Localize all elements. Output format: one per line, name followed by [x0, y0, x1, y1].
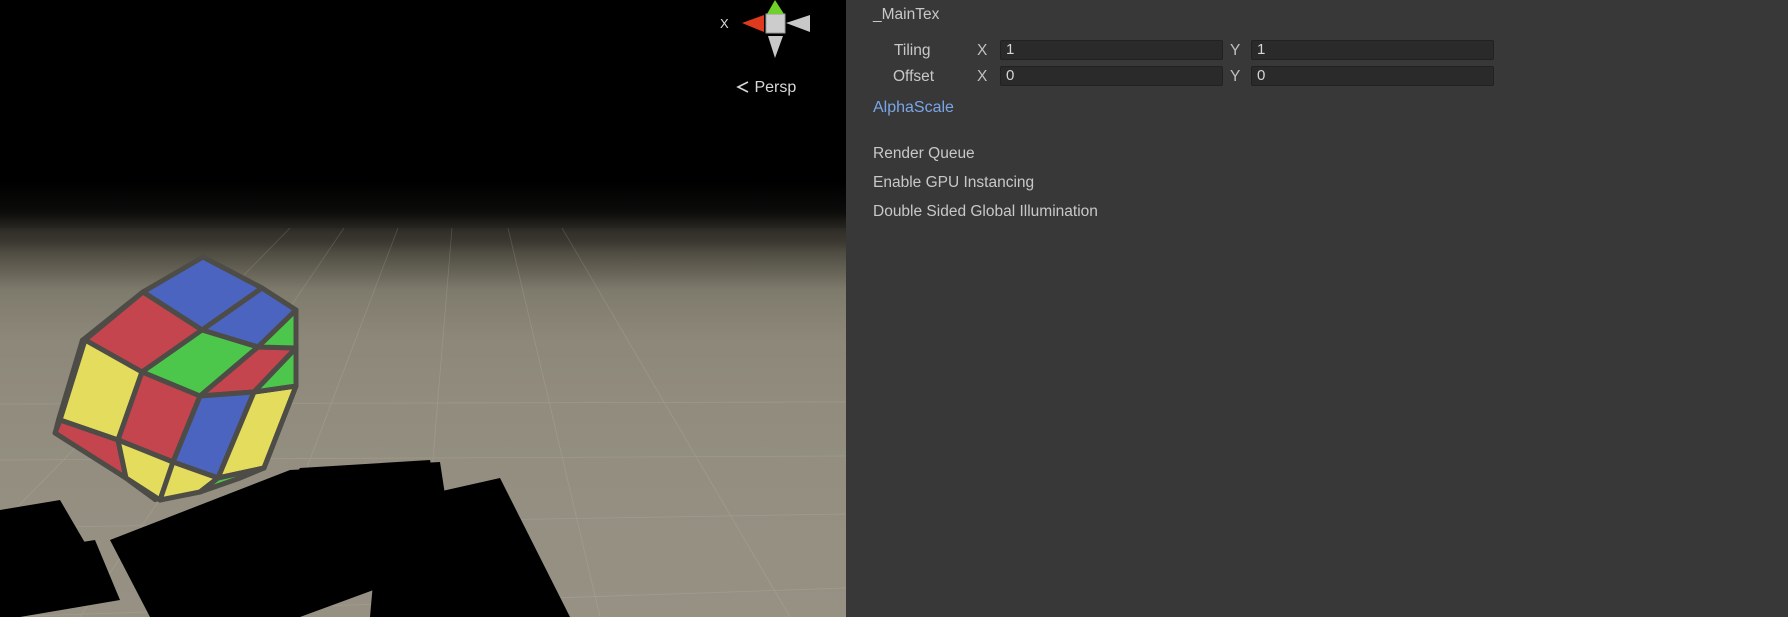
tiling-y-input[interactable]: 1 — [1251, 40, 1494, 60]
offset-label: Offset — [893, 68, 935, 85]
tiling-row: Tiling X 1 Y 1 — [846, 40, 1788, 66]
persp-chevron-icon — [736, 81, 749, 93]
alpha-scale-row: AlphaScale — [846, 98, 1788, 124]
gpu-instancing-label: Enable GPU Instancing — [873, 174, 1035, 191]
tiling-y-axis-label: Y — [1230, 42, 1241, 59]
gizmo-x-axis-label: X — [720, 16, 729, 31]
projection-mode-text: Persp — [754, 79, 797, 96]
offset-y-axis-label: Y — [1230, 68, 1241, 85]
alpha-scale-label: AlphaScale — [873, 99, 954, 116]
material-inspector-panel: _MainTex Tiling X 1 Y 1 Offset X 0 Y 0 S… — [846, 0, 1788, 617]
main-tex-property-label: _MainTex — [873, 6, 940, 23]
offset-x-input[interactable]: 0 — [1000, 66, 1223, 86]
tiling-x-input[interactable]: 1 — [1000, 40, 1223, 60]
offset-row: Offset X 0 Y 0 — [846, 66, 1788, 92]
tiling-x-axis-label: X — [977, 42, 988, 59]
offset-y-input[interactable]: 0 — [1251, 66, 1494, 86]
unity-editor-window: X Persp _MainTex Tiling X 1 Y 1 Offset X… — [0, 0, 1788, 617]
double-sided-gi-row: Double Sided Global Illumination — [846, 201, 1788, 227]
render-queue-label: Render Queue — [873, 145, 975, 162]
gizmo-projection-label[interactable]: Persp — [736, 79, 796, 97]
scene-view-gizmo[interactable]: X Persp — [716, 0, 836, 110]
double-sided-gi-label: Double Sided Global Illumination — [873, 203, 1098, 220]
render-queue-row: Render Queue — [846, 143, 1788, 169]
scene-viewport[interactable]: X Persp — [0, 0, 846, 617]
gpu-instancing-row: Enable GPU Instancing — [846, 172, 1788, 198]
tiling-label: Tiling — [894, 42, 931, 59]
gizmo-axes-icon[interactable] — [716, 0, 836, 70]
offset-x-axis-label: X — [977, 68, 988, 85]
